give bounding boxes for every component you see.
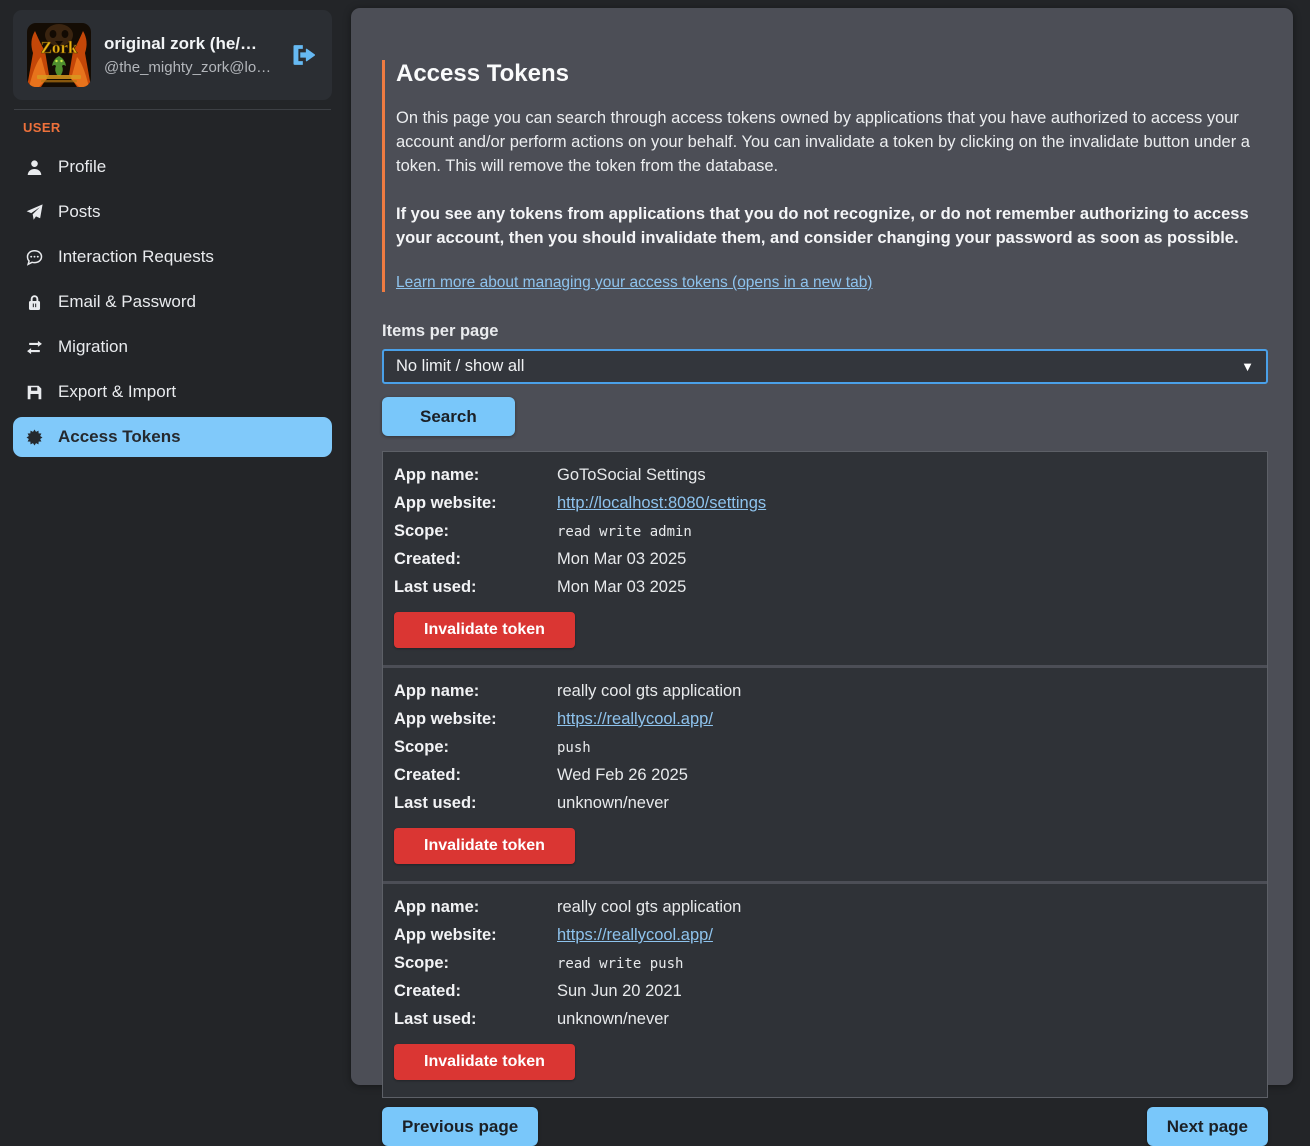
token-app-website: https://reallycool.app/	[557, 926, 1256, 945]
token-app-name: really cool gts application	[557, 898, 1256, 917]
token-app-name: really cool gts application	[557, 682, 1256, 701]
logout-icon[interactable]	[290, 41, 318, 69]
page-root: { "sidebar": { "user": { "display_name":…	[0, 0, 1310, 1097]
field-label: Created:	[394, 766, 557, 785]
token-entry: App name: really cool gts application Ap…	[383, 665, 1267, 881]
invalidate-token-button[interactable]: Invalidate token	[394, 1044, 575, 1080]
field-label: App website:	[394, 710, 557, 729]
field-label: Scope:	[394, 522, 557, 541]
field-label: Last used:	[394, 1010, 557, 1029]
token-website-link[interactable]: https://reallycool.app/	[557, 926, 713, 944]
sidebar-item-label: Posts	[58, 202, 101, 222]
field-label: Created:	[394, 550, 557, 569]
field-label: App name:	[394, 682, 557, 701]
token-fields: App name: really cool gts application Ap…	[394, 898, 1256, 1029]
main-area: Access Tokens On this page you can searc…	[345, 0, 1310, 1097]
sidebar-item-label: Email & Password	[58, 292, 196, 312]
token-last-used: Mon Mar 03 2025	[557, 578, 1256, 597]
token-fields: App name: really cool gts application Ap…	[394, 682, 1256, 813]
field-label: Scope:	[394, 954, 557, 973]
page-header: Access Tokens On this page you can searc…	[382, 60, 1268, 292]
user-handle: @the_mighty_zork@lo…	[104, 59, 277, 76]
token-scope: push	[557, 740, 1256, 756]
field-label: App website:	[394, 926, 557, 945]
field-label: Last used:	[394, 794, 557, 813]
token-app-website: https://reallycool.app/	[557, 710, 1256, 729]
sidebar-item-email-password[interactable]: Email & Password	[13, 282, 332, 322]
token-entry: App name: really cool gts application Ap…	[383, 881, 1267, 1097]
items-per-page-label: Items per page	[382, 322, 1268, 341]
field-label: App website:	[394, 494, 557, 513]
sidebar-item-label: Access Tokens	[58, 427, 181, 447]
pagination: Previous page Next page	[382, 1107, 1268, 1146]
token-scope: read write push	[557, 956, 1256, 972]
sidebar-item-export-import[interactable]: Export & Import	[13, 372, 332, 412]
comment-dots-icon	[26, 249, 43, 266]
search-button[interactable]: Search	[382, 397, 515, 436]
sidebar-item-label: Migration	[58, 337, 128, 357]
exchange-icon	[26, 339, 43, 356]
field-label: App name:	[394, 898, 557, 917]
zork-avatar-art: Zork	[27, 23, 91, 87]
sidebar-section-label: USER	[23, 120, 332, 135]
sidebar-nav: Profile Posts Interaction Requests	[13, 147, 332, 457]
token-last-used: unknown/never	[557, 1010, 1256, 1029]
token-fields: App name: GoToSocial Settings App websit…	[394, 466, 1256, 597]
token-website-link[interactable]: https://reallycool.app/	[557, 710, 713, 728]
sidebar-item-interaction-requests[interactable]: Interaction Requests	[13, 237, 332, 277]
chevron-down-icon: ▼	[1241, 359, 1254, 374]
items-per-page-select[interactable]: No limit / show all ▼	[382, 349, 1268, 384]
field-label: Scope:	[394, 738, 557, 757]
token-entry: App name: GoToSocial Settings App websit…	[383, 452, 1267, 665]
page-title: Access Tokens	[396, 60, 1268, 88]
sidebar-item-label: Export & Import	[58, 382, 176, 402]
token-created: Sun Jun 20 2021	[557, 982, 1256, 1001]
seal-icon	[26, 429, 43, 446]
sidebar-item-posts[interactable]: Posts	[13, 192, 332, 232]
token-scope: read write admin	[557, 524, 1256, 540]
sidebar-item-label: Profile	[58, 157, 106, 177]
sidebar-divider	[14, 109, 331, 110]
save-icon	[26, 384, 43, 401]
field-label: Created:	[394, 982, 557, 1001]
token-website-link[interactable]: http://localhost:8080/settings	[557, 494, 766, 512]
select-value: No limit / show all	[396, 357, 524, 376]
previous-page-button[interactable]: Previous page	[382, 1107, 538, 1146]
next-page-button[interactable]: Next page	[1147, 1107, 1268, 1146]
user-icon	[26, 159, 43, 176]
paper-plane-icon	[26, 204, 43, 221]
token-list: App name: GoToSocial Settings App websit…	[382, 451, 1268, 1098]
learn-more-link[interactable]: Learn more about managing your access to…	[396, 274, 872, 291]
intro-text: On this page you can search through acce…	[396, 106, 1268, 178]
user-meta: original zork (he/… @the_mighty_zork@lo…	[104, 34, 277, 76]
warning-text: If you see any tokens from applications …	[396, 202, 1268, 250]
lock-icon	[26, 294, 43, 311]
field-label: App name:	[394, 466, 557, 485]
token-app-name: GoToSocial Settings	[557, 466, 1256, 485]
invalidate-token-button[interactable]: Invalidate token	[394, 612, 575, 648]
invalidate-token-button[interactable]: Invalidate token	[394, 828, 575, 864]
user-display-name: original zork (he/…	[104, 34, 277, 54]
field-label: Last used:	[394, 578, 557, 597]
sidebar-item-profile[interactable]: Profile	[13, 147, 332, 187]
avatar: Zork	[27, 23, 91, 87]
sidebar-item-label: Interaction Requests	[58, 247, 214, 267]
svg-text:Zork: Zork	[41, 38, 78, 57]
sidebar-item-access-tokens[interactable]: Access Tokens	[13, 417, 332, 457]
token-last-used: unknown/never	[557, 794, 1256, 813]
token-app-website: http://localhost:8080/settings	[557, 494, 1256, 513]
sidebar: Zork original zork (he/… @the_mighty_zor…	[0, 0, 345, 1097]
sidebar-item-migration[interactable]: Migration	[13, 327, 332, 367]
access-tokens-panel: Access Tokens On this page you can searc…	[351, 8, 1293, 1085]
token-created: Mon Mar 03 2025	[557, 550, 1256, 569]
user-card[interactable]: Zork original zork (he/… @the_mighty_zor…	[13, 10, 332, 100]
token-created: Wed Feb 26 2025	[557, 766, 1256, 785]
